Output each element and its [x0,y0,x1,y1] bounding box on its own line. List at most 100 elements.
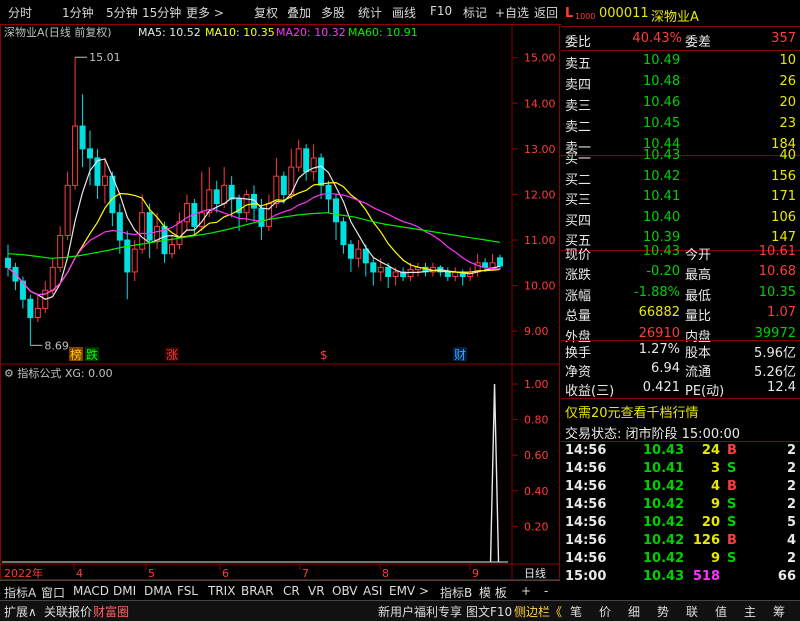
candle-body [79,125,86,150]
footer-right-1[interactable]: 价 [599,603,611,620]
indicator-tab-8[interactable]: CR [283,584,300,598]
footer-mid-0[interactable]: 新用户福利专享 [378,603,462,620]
indicator-tab-16[interactable]: + [521,584,531,598]
event-marker-0[interactable]: 榜 [70,347,82,362]
toolbar-btn-1[interactable]: 叠加 [287,4,311,21]
promo-link[interactable]: 仅需20元查看千档行情 [565,402,699,421]
stat-value: 1.07 [767,305,796,321]
toolbar-btn-4[interactable]: 画线 [392,4,416,21]
toolbar-tab-0[interactable]: 分时 [8,4,32,21]
tick-price: 10.43 [643,443,685,458]
ask-price: 10.45 [643,116,681,131]
tick-row: 14:56 10.42 20 S 5 [561,513,800,533]
toolbar-tab-1[interactable]: 1分钟 [62,4,94,21]
footer-mid-1[interactable]: 图文F10 [466,603,512,620]
indicator-tab-5[interactable]: FSL [177,584,198,598]
footer-right-3[interactable]: 势 [657,603,669,620]
toolbar-tab-4[interactable]: 更多 > [186,4,224,21]
weibi-label: 委比 [565,35,592,50]
ask-volume: 26 [779,74,796,89]
candle-body [489,262,496,268]
footer-right-4[interactable]: 联 [686,603,698,620]
tick-side: B [727,479,737,494]
ma-legend-0: MA5: 10.52 [138,26,201,39]
candle-body [497,257,503,267]
indicator-tab-3[interactable]: DMI [113,584,136,598]
toolbar-btn-7[interactable]: +自选 [495,4,529,21]
panel-separator [561,398,800,399]
tick-time: 14:56 [565,515,607,530]
event-marker-2[interactable]: 涨 [166,347,178,362]
event-marker-4[interactable]: 财 [454,348,466,362]
tick-row: 14:56 10.43 24 B 2 [561,441,800,461]
period-label[interactable]: 日线 [524,566,546,580]
footer-right-2[interactable]: 细 [628,603,640,620]
candle-body [355,248,362,259]
quote-panel: L 1000 000011 深物业A 委比 40.43% 委差 357 卖五 10.49 10 卖四 1… [561,0,800,600]
indicator-axis-label: 0.20 [524,520,549,533]
footer-right-0[interactable]: 笔 [570,603,582,620]
high-label: 15.01 [89,51,121,64]
toolbar-btn-3[interactable]: 统计 [358,4,382,21]
indicator-tab-6[interactable]: TRIX [208,584,235,598]
footer-right-6[interactable]: 主 [744,603,756,620]
event-marker-3[interactable]: $ [320,348,328,362]
tick-side: B [727,533,737,548]
footer-left-2[interactable]: 财富圈 [93,603,129,620]
indicator-tab-12[interactable]: EMV [389,584,415,598]
indicator-tab-10[interactable]: OBV [332,584,358,598]
footer-right-7[interactable]: 筹 [773,603,785,620]
indicator-tab-4[interactable]: DMA [144,584,172,598]
indicator-tab-7[interactable]: BRAR [241,584,274,598]
stat-value: -1.88% [634,284,680,300]
tick-count: 2 [786,461,796,476]
toolbar-tab-2[interactable]: 5分钟 [106,4,138,21]
candle-body [280,175,287,195]
candle-body [318,157,325,186]
weibi-value: 40.43% [632,31,682,46]
toolbar-btn-8[interactable]: 返回 [534,4,558,21]
candle-body [72,125,79,186]
price-axis-label: 12.00 [524,188,556,201]
footer-right-5[interactable]: 值 [715,603,727,620]
indicator-tab-15[interactable]: 模 板 [479,584,507,601]
footer-mid-2[interactable]: 侧边栏《 [514,603,562,620]
tick-row: 14:56 10.41 3 S 2 [561,459,800,479]
indicator-tab-14[interactable]: 指标B [440,584,472,601]
indicator-axis-label: 0.80 [524,414,549,427]
promo-row: 仅需20元查看千档行情 [561,400,800,421]
indicator-tab-13[interactable]: > [419,584,429,598]
stat-value: 0.421 [642,380,680,395]
candle-body [444,271,451,278]
toolbar-btn-2[interactable]: 多股 [321,4,345,21]
date-axis-label: 9 [472,567,479,580]
stat-row: 涨幅 -1.88% 最低 10.35 [561,283,800,304]
toolbar-btn-5[interactable]: F10 [430,4,452,18]
tick-price: 10.42 [643,533,685,548]
stat-value: 6.94 [651,361,680,376]
candle-body [385,266,392,278]
indicator-tab-0[interactable]: 指标A [4,584,36,601]
toolbar-btn-6[interactable]: 标记 [463,4,487,21]
kline-chart[interactable]: 深物业A(日线 前复权) MA5: 10.52 MA10: 10.35 MA20: 1… [0,24,560,580]
bid-volume: 40 [779,148,796,163]
indicator-tab-1[interactable]: 窗口 [41,584,65,601]
xg-spike [489,383,500,563]
candle-body [176,221,183,246]
footer-left-0[interactable]: 扩展∧ [4,603,37,620]
price-axis-label: 14.00 [524,97,556,110]
toolbar-btn-0[interactable]: 复权 [254,4,278,21]
footer-left-1[interactable]: 关联报价 [44,603,92,620]
event-marker-1[interactable]: 跌 [86,347,98,362]
stat-value: 12.4 [767,380,796,395]
ask-label: 卖二 [565,120,592,135]
indicator-tab-17[interactable]: - [544,584,548,598]
stat-label: PE(动) [685,384,725,399]
indicator-tab-9[interactable]: VR [308,584,325,598]
indicator-tab-2[interactable]: MACD [73,584,109,598]
ask-row: 卖二 10.45 23 [561,114,800,135]
tick-time: 14:56 [565,533,607,548]
stat-label: 现价 [565,248,592,263]
toolbar-tab-3[interactable]: 15分钟 [142,4,181,21]
indicator-tab-11[interactable]: ASI [363,584,382,598]
